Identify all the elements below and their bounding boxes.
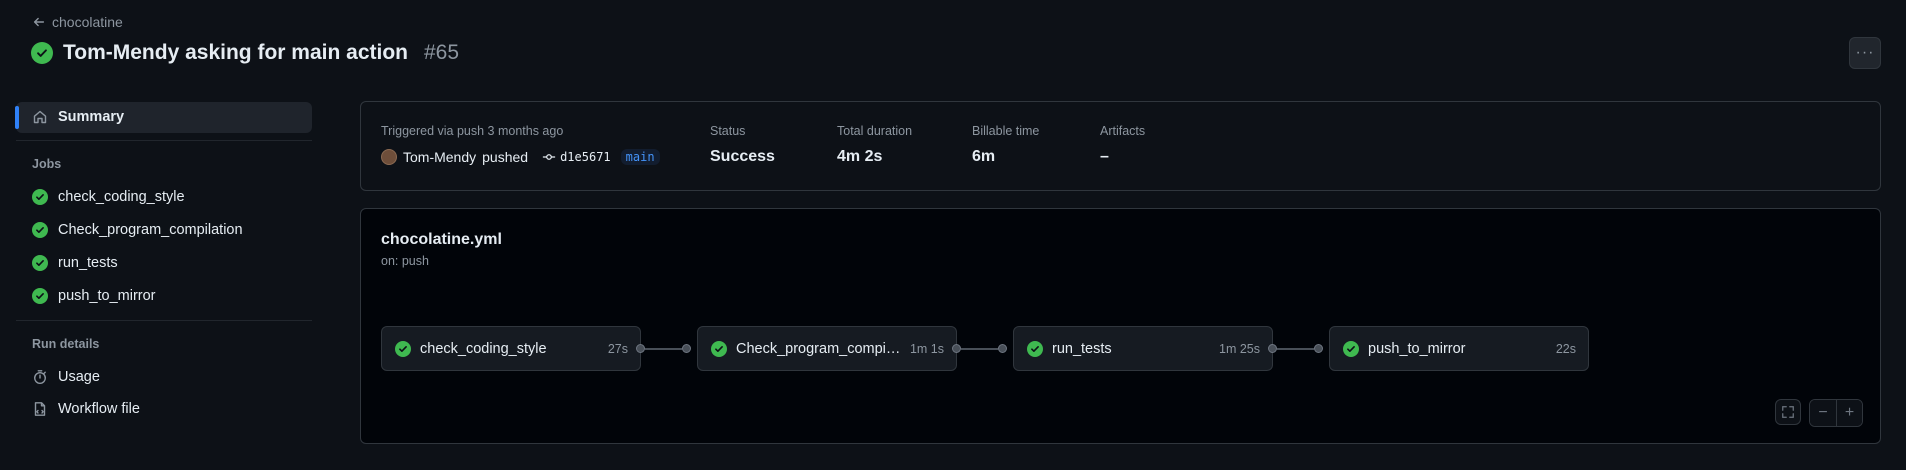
triggered-label: Triggered via push 3 months ago	[381, 124, 564, 138]
sidebar-item-summary[interactable]: Summary	[32, 105, 124, 129]
connector-dot	[682, 344, 691, 353]
connector-dot	[636, 344, 645, 353]
graph-job-check-coding-style[interactable]: check_coding_style 27s	[381, 326, 641, 371]
status-label: Status	[710, 124, 746, 138]
status-value: Success	[710, 148, 775, 165]
trigger-info: Tom-Mendy pushed d1e5671 main	[381, 149, 660, 165]
graph-job-push-to-mirror[interactable]: push_to_mirror 22s	[1329, 326, 1589, 371]
job-name: run_tests	[1052, 340, 1112, 357]
sidebar-item-label: check_coding_style	[58, 189, 185, 205]
zoom-controls: − +	[1809, 399, 1863, 427]
duration-label: Total duration	[837, 124, 913, 138]
check-circle-icon	[31, 42, 53, 64]
file-icon	[34, 402, 46, 416]
check-circle-icon	[395, 340, 411, 357]
job-duration: 1m 25s	[1219, 341, 1260, 356]
more-options-button[interactable]: ···	[1849, 37, 1881, 69]
sidebar-job-run-tests[interactable]: run_tests	[32, 251, 118, 275]
commit-icon	[542, 154, 556, 160]
check-circle-icon	[32, 189, 48, 205]
connector-dot	[1268, 344, 1277, 353]
branch-badge[interactable]: main	[620, 149, 660, 165]
page-title: Tom-Mendy asking for main action #65	[31, 41, 459, 65]
connector-dot	[998, 344, 1007, 353]
sidebar-divider	[16, 320, 312, 321]
kebab-icon: ···	[1855, 44, 1875, 61]
arrow-left-icon	[33, 17, 45, 27]
job-duration: 1m 1s	[909, 341, 944, 356]
check-circle-icon	[32, 288, 48, 304]
trigger-action: pushed	[482, 149, 529, 165]
run-title: Tom-Mendy asking for main action	[63, 41, 408, 64]
job-duration: 22s	[1555, 341, 1576, 356]
check-circle-icon	[1343, 340, 1359, 357]
connector-line	[1277, 348, 1314, 350]
sidebar-item-usage[interactable]: Usage	[32, 365, 100, 389]
sidebar-item-label: Summary	[58, 109, 125, 125]
job-name: Check_program_compilation	[736, 340, 901, 357]
sidebar-item-label: Check_program_compilation	[58, 222, 243, 238]
connector-dot	[952, 344, 961, 353]
check-circle-icon	[1027, 340, 1043, 357]
commit-sha[interactable]: d1e5671	[560, 150, 611, 164]
check-circle-icon	[711, 340, 727, 357]
stopwatch-icon	[33, 370, 47, 385]
actor-link[interactable]: Tom-Mendy	[403, 149, 476, 165]
graph-job-check-program-compilation[interactable]: Check_program_compilation 1m 1s	[697, 326, 957, 371]
artifacts-label: Artifacts	[1100, 124, 1146, 138]
duration-value: 4m 2s	[837, 148, 883, 165]
fullscreen-icon	[1782, 406, 1794, 418]
job-name: push_to_mirror	[1368, 340, 1466, 357]
run-number: #65	[423, 41, 460, 64]
jobs-heading: Jobs	[32, 157, 62, 171]
connector-line	[961, 348, 998, 350]
sidebar-item-label: Workflow file	[58, 401, 140, 417]
sidebar-item-label: Usage	[58, 369, 100, 385]
sidebar-item-label: push_to_mirror	[58, 288, 156, 304]
workflow-graph-card: chocolatine.yml on: push check_coding_st…	[360, 208, 1881, 444]
billable-value[interactable]: 6m	[972, 148, 995, 166]
run-summary-card: Triggered via push 3 months ago Tom-Mend…	[360, 101, 1881, 191]
back-link[interactable]: chocolatine	[32, 14, 123, 30]
artifacts-value: –	[1100, 148, 1109, 165]
connector-line	[645, 348, 682, 350]
check-circle-icon	[32, 222, 48, 238]
graph-job-run-tests[interactable]: run_tests 1m 25s	[1013, 326, 1273, 371]
active-indicator	[15, 106, 19, 129]
zoom-in-button[interactable]: +	[1836, 400, 1862, 426]
sidebar-job-check-coding-style[interactable]: check_coding_style	[32, 185, 185, 209]
zoom-out-button[interactable]: −	[1810, 400, 1836, 426]
sidebar-job-push-to-mirror[interactable]: push_to_mirror	[32, 284, 156, 308]
workflow-trigger: on: push	[381, 254, 429, 268]
workflow-file-name[interactable]: chocolatine.yml	[381, 231, 502, 249]
connector-dot	[1314, 344, 1323, 353]
sidebar-divider	[16, 140, 312, 141]
job-duration: 27s	[607, 341, 628, 356]
sidebar-item-label: run_tests	[58, 255, 118, 271]
check-circle-icon	[32, 255, 48, 271]
run-details-heading: Run details	[32, 337, 100, 351]
fullscreen-button[interactable]	[1775, 399, 1801, 425]
job-name: check_coding_style	[420, 340, 547, 357]
back-link-label[interactable]: chocolatine	[52, 14, 123, 30]
commit-link[interactable]: d1e5671	[542, 150, 611, 164]
home-icon	[33, 110, 47, 124]
sidebar-job-check-program-compilation[interactable]: Check_program_compilation	[32, 218, 243, 242]
avatar[interactable]	[381, 149, 397, 165]
sidebar-item-workflow-file[interactable]: Workflow file	[32, 397, 140, 421]
billable-label: Billable time	[972, 124, 1040, 138]
